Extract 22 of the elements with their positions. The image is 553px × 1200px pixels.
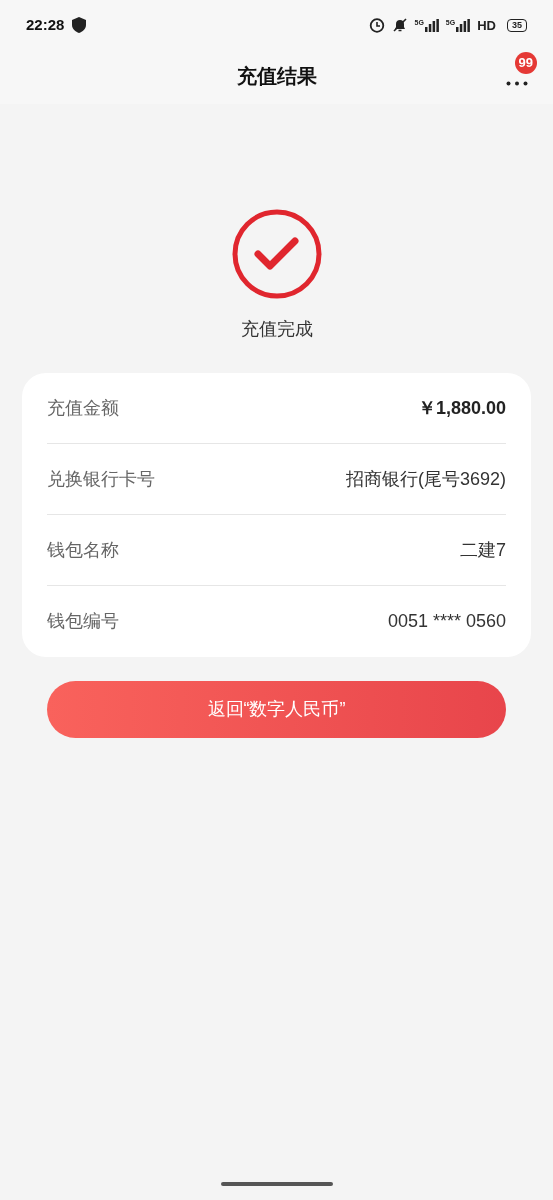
- notification-badge: 99: [514, 52, 537, 74]
- result-status: 充值完成: [240, 318, 313, 341]
- alarm-icon: [368, 17, 385, 33]
- shield-icon: [72, 17, 87, 33]
- signal-icon: [456, 18, 471, 32]
- signal-icon: [424, 18, 439, 32]
- return-button[interactable]: 返回“数字人民币”: [47, 681, 506, 738]
- detail-label: 钱包名称: [47, 538, 119, 562]
- detail-label: 充值金额: [47, 396, 119, 420]
- detail-label: 钱包编号: [47, 610, 119, 633]
- bell-muted-icon: [391, 17, 408, 33]
- detail-value: ￥1,880.00: [417, 396, 506, 420]
- detail-value: 招商银行(尾号3692): [345, 467, 506, 491]
- status-time: 22:28: [26, 14, 65, 35]
- hd-label: HD: [477, 18, 496, 32]
- battery-icon: 35: [507, 18, 527, 32]
- success-check-icon: [230, 208, 323, 300]
- detail-value: 二建7: [460, 538, 506, 562]
- more-icon: [506, 81, 528, 86]
- detail-value: 0051 **** 0560: [387, 610, 506, 633]
- detail-label: 兑换银行卡号: [47, 467, 155, 491]
- page-title: 充值结果: [236, 64, 317, 89]
